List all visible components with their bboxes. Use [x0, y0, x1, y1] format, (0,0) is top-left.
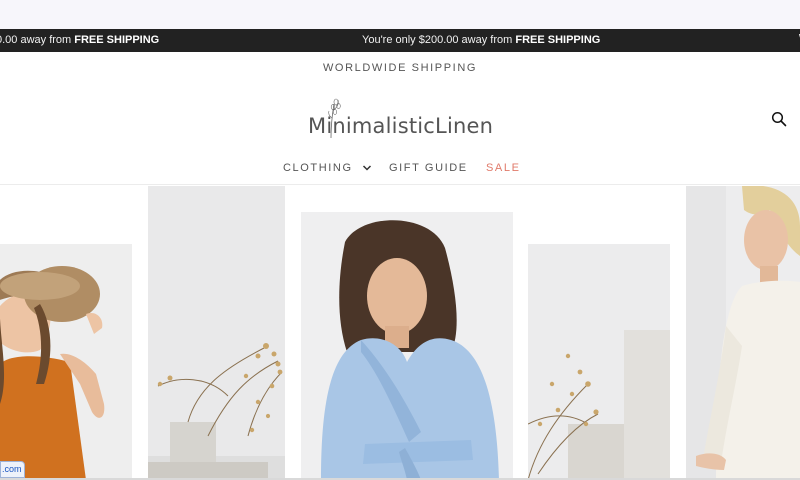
status-link-badge: .com — [0, 461, 25, 478]
dried-flowers-photo-2 — [528, 244, 670, 480]
announcement-bar: 0.00 away from FREE SHIPPING You're only… — [0, 29, 800, 52]
carousel-slide-blue-wrap-top[interactable] — [301, 212, 513, 480]
announcement-message-partial: 0.00 away from FREE SHIPPING — [0, 34, 160, 46]
model-orange-dress-photo — [0, 244, 132, 480]
carousel-slide-orange-dress[interactable] — [0, 244, 132, 480]
announcement-message: You're only $200.00 away from FREE SHIPP… — [362, 34, 601, 46]
chevron-down-icon — [363, 165, 372, 171]
model-blue-wrap-photo — [301, 212, 513, 480]
carousel-slide-white-linen[interactable] — [686, 186, 800, 480]
site-header: WORLDWIDE SHIPPING MinimalisticLinen CLO… — [0, 52, 800, 185]
dried-flowers-photo — [148, 186, 285, 480]
carousel-slide-still-life-1[interactable] — [148, 186, 285, 480]
nav-clothing-label: CLOTHING — [283, 162, 353, 174]
search-icon[interactable] — [771, 111, 787, 127]
hero-image-carousel[interactable] — [0, 186, 800, 480]
carousel-slide-still-life-2[interactable] — [528, 244, 670, 480]
main-navigation: CLOTHING GIFT GUIDE SALE — [0, 162, 800, 178]
nav-item-gift-guide[interactable]: GIFT GUIDE — [389, 162, 468, 174]
nav-item-sale[interactable]: SALE — [486, 162, 521, 174]
model-white-linen-photo — [686, 186, 800, 480]
site-logo[interactable]: MinimalisticLinen — [308, 98, 494, 142]
browser-top-strip — [0, 0, 800, 29]
nav-item-clothing[interactable]: CLOTHING — [283, 162, 372, 174]
logo-wordmark: MinimalisticLinen — [308, 114, 494, 138]
worldwide-shipping-tagline: WORLDWIDE SHIPPING — [322, 62, 478, 74]
